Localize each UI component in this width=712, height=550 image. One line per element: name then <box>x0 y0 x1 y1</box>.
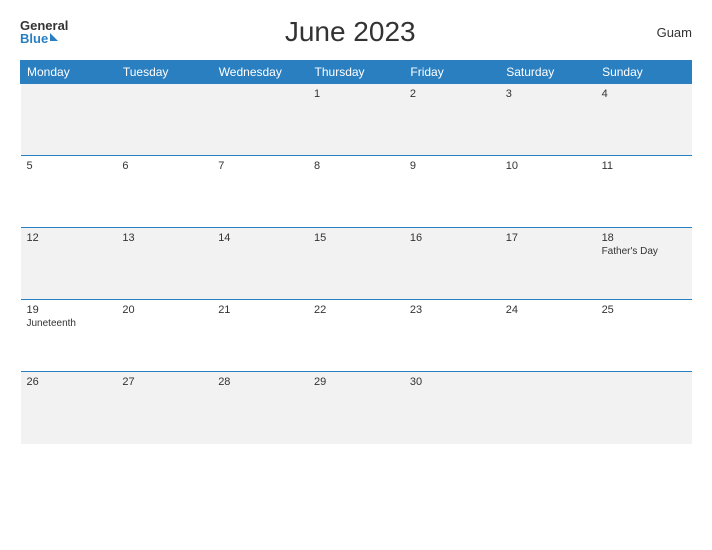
header-sunday: Sunday <box>596 61 692 84</box>
logo-triangle-icon <box>50 33 58 41</box>
calendar-cell: 10 <box>500 156 596 228</box>
weekday-header-row: Monday Tuesday Wednesday Thursday Friday… <box>21 61 692 84</box>
logo-blue-text: Blue <box>20 32 48 45</box>
calendar-cell: 13 <box>116 228 212 300</box>
day-number: 2 <box>410 88 494 100</box>
day-number: 15 <box>314 232 398 244</box>
calendar-cell <box>21 84 117 156</box>
header-wednesday: Wednesday <box>212 61 308 84</box>
header-monday: Monday <box>21 61 117 84</box>
header-friday: Friday <box>404 61 500 84</box>
calendar-cell: 8 <box>308 156 404 228</box>
calendar-cell: 4 <box>596 84 692 156</box>
header-saturday: Saturday <box>500 61 596 84</box>
day-number: 29 <box>314 376 398 388</box>
day-number: 26 <box>27 376 111 388</box>
day-number: 8 <box>314 160 398 172</box>
calendar-cell: 6 <box>116 156 212 228</box>
day-number: 24 <box>506 304 590 316</box>
day-number: 14 <box>218 232 302 244</box>
day-number: 1 <box>314 88 398 100</box>
calendar-cell: 5 <box>21 156 117 228</box>
day-number: 5 <box>27 160 111 172</box>
day-number: 30 <box>410 376 494 388</box>
calendar-cell: 20 <box>116 300 212 372</box>
day-number: 3 <box>506 88 590 100</box>
day-number: 22 <box>314 304 398 316</box>
calendar-cell: 12 <box>21 228 117 300</box>
event-label: Juneteenth <box>27 318 111 329</box>
day-number: 7 <box>218 160 302 172</box>
calendar-cell: 19 Juneteenth <box>21 300 117 372</box>
calendar-cell <box>596 372 692 444</box>
calendar-table: Monday Tuesday Wednesday Thursday Friday… <box>20 60 692 444</box>
day-number: 21 <box>218 304 302 316</box>
calendar-cell: 16 <box>404 228 500 300</box>
logo: General Blue <box>20 19 68 45</box>
calendar-cell: 26 <box>21 372 117 444</box>
day-number: 4 <box>602 88 686 100</box>
calendar-cell: 18 Father's Day <box>596 228 692 300</box>
calendar-cell: 22 <box>308 300 404 372</box>
day-number: 6 <box>122 160 206 172</box>
day-number: 20 <box>122 304 206 316</box>
day-number: 18 <box>602 232 686 244</box>
calendar-cell <box>500 372 596 444</box>
region-label: Guam <box>632 25 692 40</box>
calendar-cell: 30 <box>404 372 500 444</box>
day-number: 28 <box>218 376 302 388</box>
day-number: 25 <box>602 304 686 316</box>
calendar-cell: 25 <box>596 300 692 372</box>
calendar-cell: 24 <box>500 300 596 372</box>
calendar-cell: 3 <box>500 84 596 156</box>
day-number: 16 <box>410 232 494 244</box>
calendar-cell <box>212 84 308 156</box>
header: General Blue June 2023 Guam <box>20 16 692 48</box>
calendar-week-5: 26 27 28 29 30 <box>21 372 692 444</box>
calendar-cell: 29 <box>308 372 404 444</box>
day-number: 23 <box>410 304 494 316</box>
calendar-cell: 21 <box>212 300 308 372</box>
calendar-cell: 15 <box>308 228 404 300</box>
calendar-cell: 11 <box>596 156 692 228</box>
calendar-cell: 23 <box>404 300 500 372</box>
calendar-cell: 7 <box>212 156 308 228</box>
calendar-week-2: 56789 10 11 <box>21 156 692 228</box>
day-number: 19 <box>27 304 111 316</box>
calendar-cell: 28 <box>212 372 308 444</box>
calendar-cell: 17 <box>500 228 596 300</box>
calendar-week-4: 19 Juneteenth 20 21 22 23 24 25 <box>21 300 692 372</box>
calendar-cell: 27 <box>116 372 212 444</box>
calendar-week-1: 1234 <box>21 84 692 156</box>
day-number: 12 <box>27 232 111 244</box>
calendar-week-3: 12 13 14 15 16 17 18 Father's Day <box>21 228 692 300</box>
day-number: 27 <box>122 376 206 388</box>
header-tuesday: Tuesday <box>116 61 212 84</box>
event-label: Father's Day <box>602 246 686 257</box>
calendar-cell: 1 <box>308 84 404 156</box>
day-number: 13 <box>122 232 206 244</box>
header-thursday: Thursday <box>308 61 404 84</box>
calendar-cell <box>116 84 212 156</box>
calendar-page: General Blue June 2023 Guam Monday Tuesd… <box>0 0 712 550</box>
calendar-cell: 9 <box>404 156 500 228</box>
day-number: 10 <box>506 160 590 172</box>
calendar-header: Monday Tuesday Wednesday Thursday Friday… <box>21 61 692 84</box>
calendar-cell: 14 <box>212 228 308 300</box>
calendar-body: 123456789101112131415161718Father's Day1… <box>21 84 692 444</box>
day-number: 9 <box>410 160 494 172</box>
calendar-cell: 2 <box>404 84 500 156</box>
day-number: 17 <box>506 232 590 244</box>
day-number: 11 <box>602 160 686 172</box>
month-title: June 2023 <box>285 16 416 48</box>
